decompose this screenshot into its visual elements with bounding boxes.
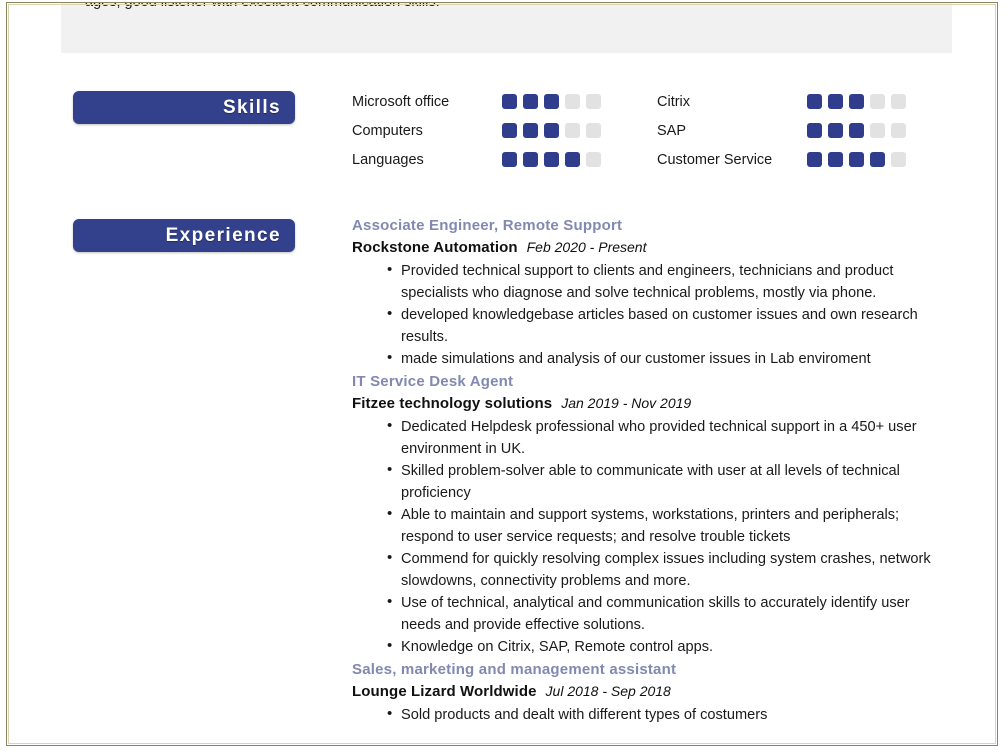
job-bullet: Commend for quickly resolving complex is… xyxy=(387,547,952,592)
section-badge-experience: Experience xyxy=(73,219,295,252)
experience-entry: Sales, marketing and management assistan… xyxy=(352,659,952,726)
section-badge-experience-label: Experience xyxy=(165,224,281,246)
rating-dot-filled xyxy=(807,123,822,138)
rating-dot-filled xyxy=(523,152,538,167)
job-bullet-list: Provided technical support to clients an… xyxy=(352,259,952,370)
rating-dot-filled xyxy=(523,123,538,138)
rating-dot-filled xyxy=(807,152,822,167)
skill-name: Citrix xyxy=(657,93,691,110)
rating-dot-empty xyxy=(891,152,906,167)
job-title: Sales, marketing and management assistan… xyxy=(352,661,677,678)
job-bullet: developed knowledgebase articles based o… xyxy=(387,303,952,348)
job-bullet: Knowledge on Citrix, SAP, Remote control… xyxy=(387,635,952,658)
job-company: Rockstone Automation xyxy=(352,239,518,256)
job-title: IT Service Desk Agent xyxy=(352,373,514,390)
skill-rating xyxy=(502,123,601,138)
resume-document-frame: ages, good listener with excellent commu… xyxy=(6,2,998,746)
rating-dot-empty xyxy=(891,123,906,138)
summary-text: ages, good listener with excellent commu… xyxy=(85,2,440,10)
rating-dot-filled xyxy=(502,94,517,109)
section-badge-skills-label: Skills xyxy=(222,96,281,118)
job-meta: Rockstone Automation Feb 2020 - Present xyxy=(352,236,952,259)
rating-dot-filled xyxy=(544,123,559,138)
job-bullet: Able to maintain and support systems, wo… xyxy=(387,503,952,548)
job-bullet: made simulations and analysis of our cus… xyxy=(387,347,952,370)
rating-dot-empty xyxy=(586,152,601,167)
experience-entry: Associate Engineer, Remote Support Rockst… xyxy=(352,215,952,370)
rating-dot-empty xyxy=(870,123,885,138)
job-bullet: Sold products and dealt with different t… xyxy=(387,703,952,726)
job-bullet-list: Dedicated Helpdesk professional who prov… xyxy=(352,415,952,658)
skills-column-left: Microsoft office Computers Languages xyxy=(352,87,612,174)
skill-rating xyxy=(502,152,601,167)
section-badge-skills: Skills xyxy=(73,91,295,124)
job-dates: Jul 2018 - Sep 2018 xyxy=(545,683,671,699)
rating-dot-filled xyxy=(828,123,843,138)
skill-rating xyxy=(807,94,906,109)
rating-dot-filled xyxy=(870,152,885,167)
rating-dot-filled xyxy=(828,152,843,167)
rating-dot-filled xyxy=(849,152,864,167)
skill-row: Customer Service xyxy=(657,145,927,174)
experience-entry: IT Service Desk Agent Fitzee technology s… xyxy=(352,371,952,658)
rating-dot-empty xyxy=(891,94,906,109)
job-meta: Lounge Lizard Worldwide Jul 2018 - Sep 20… xyxy=(352,680,952,703)
job-bullet-list: Sold products and dealt with different t… xyxy=(352,703,952,726)
rating-dot-filled xyxy=(828,94,843,109)
rating-dot-empty xyxy=(586,123,601,138)
skill-rating xyxy=(807,123,906,138)
skill-name: Languages xyxy=(352,151,424,168)
rating-dot-filled xyxy=(523,94,538,109)
skill-name: Customer Service xyxy=(657,151,773,168)
skill-rating xyxy=(807,152,906,167)
job-meta: Fitzee technology solutions Jan 2019 - No… xyxy=(352,392,952,415)
rating-dot-empty xyxy=(586,94,601,109)
rating-dot-filled xyxy=(544,94,559,109)
rating-dot-empty xyxy=(565,94,580,109)
skill-name: Microsoft office xyxy=(352,93,450,110)
job-bullet: Skilled problem-solver able to communica… xyxy=(387,459,952,504)
job-dates: Jan 2019 - Nov 2019 xyxy=(561,395,692,411)
job-title: Associate Engineer, Remote Support xyxy=(352,217,623,234)
rating-dot-filled xyxy=(849,94,864,109)
rating-dot-filled xyxy=(502,152,517,167)
job-company: Lounge Lizard Worldwide xyxy=(352,683,537,700)
rating-dot-filled xyxy=(502,123,517,138)
rating-dot-empty xyxy=(565,123,580,138)
skill-name: SAP xyxy=(657,122,687,139)
skill-row: Citrix xyxy=(657,87,927,116)
job-company: Fitzee technology solutions xyxy=(352,395,553,412)
skill-name: Computers xyxy=(352,122,423,139)
rating-dot-filled xyxy=(849,123,864,138)
skills-column-right: Citrix SAP Customer Service xyxy=(657,87,927,174)
job-bullet: Dedicated Helpdesk professional who prov… xyxy=(387,415,952,460)
summary-panel: ages, good listener with excellent commu… xyxy=(61,2,952,53)
rating-dot-filled xyxy=(544,152,559,167)
job-bullet: Provided technical support to clients an… xyxy=(387,259,952,304)
rating-dot-filled xyxy=(807,94,822,109)
skill-row: Languages xyxy=(352,145,612,174)
job-dates: Feb 2020 - Present xyxy=(526,239,647,255)
job-bullet: Use of technical, analytical and communi… xyxy=(387,591,952,636)
skill-rating xyxy=(502,94,601,109)
rating-dot-filled xyxy=(565,152,580,167)
skill-row: SAP xyxy=(657,116,927,145)
rating-dot-empty xyxy=(870,94,885,109)
skill-row: Microsoft office xyxy=(352,87,612,116)
skill-row: Computers xyxy=(352,116,612,145)
experience-section: Associate Engineer, Remote Support Rockst… xyxy=(352,215,952,727)
